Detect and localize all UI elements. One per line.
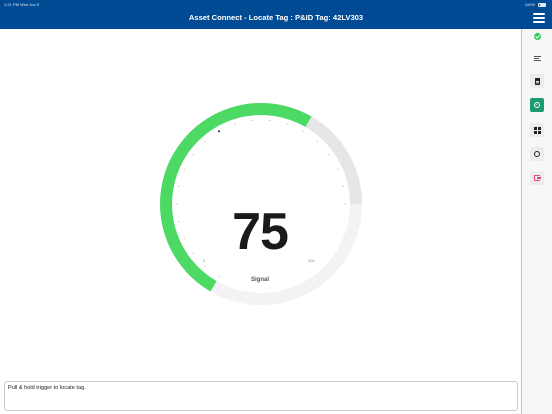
gauge-tick [342,186,344,188]
gauge-tick [192,154,194,156]
main-content: 75 0 100 Signal [0,29,521,414]
gauge-tick [204,141,206,143]
status-bar-time: 1:21 PM Wed Jun 9 [4,2,40,7]
gauge-tick [251,119,253,121]
gauge-tick [183,169,185,171]
locate-icon [534,102,540,108]
status-bar-right: 100% [525,1,546,8]
gauge-tick [286,123,288,125]
gauge-tick [337,169,339,171]
status-message: Pull & hold trigger to locate tag. [8,385,86,391]
battery-icon [538,2,546,7]
signal-label: Signal [250,277,269,283]
gauge-tick [178,186,180,188]
signal-value: 75 [232,203,289,261]
app-window: 1:21 PM Wed Jun 9 100% Asset Connect - L… [0,0,552,414]
sidebar-item-tags[interactable] [530,51,544,65]
sidebar-item-logout[interactable] [530,171,544,185]
logout-icon [534,175,541,181]
sidebar-item-document[interactable] [530,74,544,88]
header-bar: 1:21 PM Wed Jun 9 100% Asset Connect - L… [0,0,552,29]
battery-percent: 100% [524,2,535,7]
gauge-min-label: 0 [203,258,206,263]
hamburger-icon-line [533,21,545,23]
gauge-tick [269,119,271,121]
gauge-tick [316,141,318,143]
hamburger-icon-line [533,17,545,19]
tags-icon [533,55,541,61]
gauge-max-label: 100 [308,258,315,263]
menu-button[interactable] [533,12,545,23]
gauge-tick [328,154,330,156]
sidebar [521,29,552,414]
grid-icon [533,126,541,134]
gauge-tick [218,130,220,133]
sidebar-item-locate[interactable] [530,98,544,112]
sidebar-item-connection-status[interactable] [530,29,544,43]
sidebar-item-dashboard[interactable] [530,123,544,137]
hamburger-icon [533,13,545,15]
status-message-box: Pull & hold trigger to locate tag. [4,381,518,411]
gauge-tick [302,130,304,132]
sidebar-item-settings[interactable] [530,147,544,161]
gauge-tick [234,123,236,125]
page-title: Asset Connect - Locate Tag : P&ID Tag: 4… [188,13,364,22]
gauge-tick [204,265,206,267]
check-circle-icon [533,32,541,40]
document-icon [534,77,540,85]
gear-icon [534,151,540,157]
